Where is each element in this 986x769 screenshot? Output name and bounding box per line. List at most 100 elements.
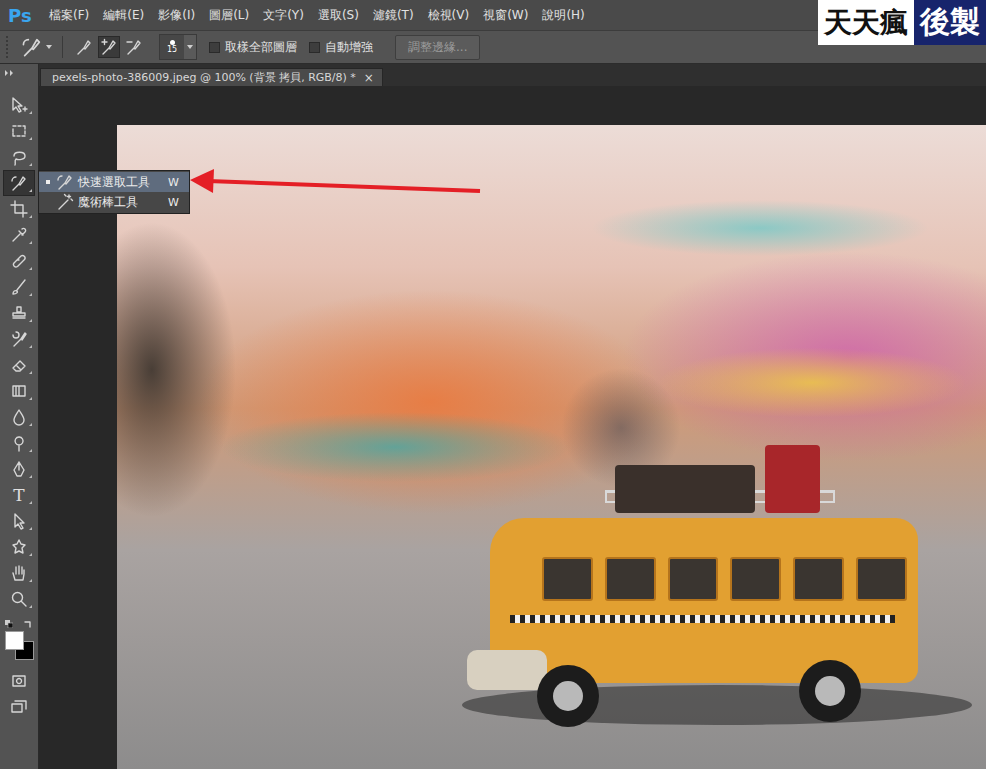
move-tool[interactable] bbox=[3, 92, 35, 118]
expand-arrows-icon[interactable] bbox=[5, 70, 15, 76]
refine-edge-button[interactable]: 調整邊緣... bbox=[395, 35, 480, 60]
healing-brush-tool[interactable] bbox=[3, 248, 35, 274]
menu-item[interactable]: 文字(Y) bbox=[256, 7, 311, 24]
flyout-corner bbox=[29, 579, 32, 582]
quick-mask-button[interactable] bbox=[3, 668, 35, 694]
checker-stripe bbox=[510, 615, 895, 623]
checkbox-label: 自動增強 bbox=[325, 39, 373, 56]
clone-stamp-icon bbox=[10, 304, 28, 322]
swap-colors-icon[interactable] bbox=[24, 620, 32, 628]
menu-item[interactable]: 視窗(W) bbox=[476, 7, 535, 24]
watermark: 天天瘋後製 bbox=[818, 0, 986, 45]
hand-icon bbox=[10, 564, 28, 582]
brush-preview: 15 bbox=[160, 35, 184, 59]
dodge-tool[interactable] bbox=[3, 430, 35, 456]
watermark-right: 後製 bbox=[914, 0, 986, 45]
photo-canvas bbox=[117, 125, 986, 769]
bus-window bbox=[856, 557, 907, 601]
screen-mode-button[interactable] bbox=[3, 694, 35, 720]
blur-icon bbox=[10, 408, 28, 426]
type-tool[interactable]: T bbox=[3, 482, 35, 508]
color-picker bbox=[0, 612, 38, 668]
mode-button[interactable] bbox=[98, 36, 120, 58]
zoom-tool[interactable] bbox=[3, 586, 35, 612]
path-selection-tool[interactable] bbox=[3, 508, 35, 534]
crop-tool[interactable] bbox=[3, 196, 35, 222]
dodge-icon bbox=[10, 434, 28, 452]
brush-picker[interactable]: 15 bbox=[159, 34, 197, 60]
flyout-corner bbox=[29, 163, 32, 166]
subtract-from-selection-icon bbox=[125, 38, 143, 56]
brush-tool[interactable] bbox=[3, 274, 35, 300]
checkbox[interactable] bbox=[209, 42, 220, 53]
mode-button[interactable] bbox=[73, 36, 95, 58]
brush-size: 15 bbox=[167, 45, 177, 55]
brush-dropdown[interactable] bbox=[184, 35, 196, 59]
clone-stamp-tool[interactable] bbox=[3, 300, 35, 326]
close-tab-button[interactable]: × bbox=[364, 71, 374, 85]
flyout-corner bbox=[29, 241, 32, 244]
flyout-label: 魔術棒工具 bbox=[78, 194, 164, 211]
checkbox-option[interactable]: 自動增強 bbox=[309, 39, 373, 56]
menu-item[interactable]: 檔案(F) bbox=[42, 7, 96, 24]
marquee-icon bbox=[10, 122, 28, 140]
flyout-corner bbox=[29, 501, 32, 504]
eyedropper-tool[interactable] bbox=[3, 222, 35, 248]
menu-item[interactable]: 編輯(E) bbox=[96, 7, 151, 24]
checkbox-option[interactable]: 取樣全部圖層 bbox=[209, 39, 297, 56]
flyout-item[interactable]: 快速選取工具W bbox=[39, 172, 189, 192]
bus-windows bbox=[542, 557, 907, 601]
menu-item[interactable]: 濾鏡(T) bbox=[366, 7, 421, 24]
flyout-corner bbox=[29, 111, 32, 114]
menu-item[interactable]: 圖層(L) bbox=[202, 7, 256, 24]
custom-shape-tool[interactable] bbox=[3, 534, 35, 560]
bus-window bbox=[730, 557, 781, 601]
flyout-corner bbox=[29, 605, 32, 608]
quick-selection-icon bbox=[10, 174, 28, 192]
grip-handle[interactable] bbox=[6, 36, 11, 58]
selected-marker bbox=[44, 180, 52, 184]
move-icon bbox=[10, 96, 28, 114]
pen-tool[interactable] bbox=[3, 456, 35, 482]
quick-selection-tool[interactable] bbox=[3, 170, 35, 196]
lasso-tool[interactable] bbox=[3, 144, 35, 170]
hand-tool[interactable] bbox=[3, 560, 35, 586]
checkbox-label: 取樣全部圖層 bbox=[225, 39, 297, 56]
foreground-color[interactable] bbox=[5, 631, 24, 650]
separator bbox=[62, 36, 63, 58]
tool-preset-picker[interactable] bbox=[21, 36, 52, 58]
marquee-tool[interactable] bbox=[3, 118, 35, 144]
bus-window bbox=[668, 557, 719, 601]
history-brush-icon bbox=[10, 330, 28, 348]
mode-button[interactable] bbox=[123, 36, 145, 58]
flyout-corner bbox=[29, 449, 32, 452]
flyout-corner bbox=[29, 475, 32, 478]
quick-selection-icon bbox=[21, 36, 43, 58]
menu-item[interactable]: 選取(S) bbox=[311, 7, 366, 24]
gradient-tool[interactable] bbox=[3, 378, 35, 404]
blur-tool[interactable] bbox=[3, 404, 35, 430]
checkbox[interactable] bbox=[309, 42, 320, 53]
eraser-icon bbox=[10, 356, 28, 374]
document-tab[interactable]: pexels-photo-386009.jpeg @ 100% (背景 拷貝, … bbox=[40, 68, 383, 86]
menu-item[interactable]: 影像(I) bbox=[151, 7, 202, 24]
eraser-tool[interactable] bbox=[3, 352, 35, 378]
brush-icon bbox=[10, 278, 28, 296]
dropdown-arrow-icon bbox=[187, 45, 193, 49]
bus-window bbox=[793, 557, 844, 601]
magic-wand-icon bbox=[56, 193, 74, 211]
bus-window bbox=[605, 557, 656, 601]
eyedropper-icon bbox=[10, 226, 28, 244]
pen-icon bbox=[10, 460, 28, 478]
lasso-icon bbox=[10, 148, 28, 166]
menu-item[interactable]: 說明(H) bbox=[535, 7, 591, 24]
flyout-item[interactable]: 魔術棒工具W bbox=[39, 192, 189, 212]
gradient-icon bbox=[10, 382, 28, 400]
dropdown-arrow-icon bbox=[46, 45, 52, 49]
menu-item[interactable]: 檢視(V) bbox=[421, 7, 477, 24]
flyout-corner bbox=[29, 189, 32, 192]
history-brush-tool[interactable] bbox=[3, 326, 35, 352]
default-colors-icon[interactable] bbox=[5, 620, 13, 628]
flyout-corner bbox=[29, 527, 32, 530]
flyout-corner bbox=[29, 371, 32, 374]
